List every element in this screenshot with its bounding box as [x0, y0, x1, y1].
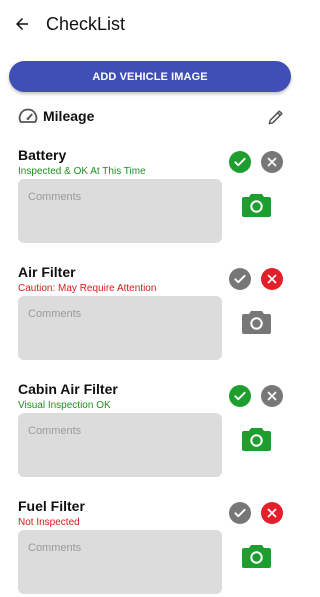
item-status: Visual Inspection OK: [18, 400, 111, 411]
checklist-item: Fuel Filter Not Inspected: [0, 498, 300, 597]
mileage-label: Mileage: [43, 108, 95, 124]
comments-field[interactable]: [18, 296, 222, 360]
add-vehicle-image-button[interactable]: ADD VEHICLE IMAGE: [9, 61, 291, 92]
camera-icon[interactable]: [242, 192, 271, 217]
item-status: Inspected & OK At This Time: [18, 166, 146, 177]
item-name: Battery: [18, 147, 67, 163]
close-icon[interactable]: [261, 151, 283, 173]
check-icon[interactable]: [229, 502, 251, 524]
close-icon[interactable]: [261, 502, 283, 524]
comments-field[interactable]: [18, 179, 222, 243]
checklist-item: Cabin Air Filter Visual Inspection OK: [0, 381, 300, 491]
check-icon[interactable]: [229, 151, 251, 173]
comments-field[interactable]: [18, 413, 222, 477]
close-icon[interactable]: [261, 385, 283, 407]
mileage-row: Mileage: [18, 106, 286, 128]
check-icon[interactable]: [229, 385, 251, 407]
camera-icon[interactable]: [242, 309, 271, 334]
checklist-item: Battery Inspected & OK At This Time: [0, 147, 300, 257]
item-name: Cabin Air Filter: [18, 381, 118, 397]
item-name: Fuel Filter: [18, 498, 85, 514]
close-icon[interactable]: [261, 268, 283, 290]
app-bar: CheckList: [0, 0, 300, 52]
item-status: Caution: May Require Attention: [18, 283, 157, 294]
speedometer-icon: [18, 107, 38, 127]
back-arrow-icon[interactable]: [10, 12, 34, 36]
checklist-item: Air Filter Caution: May Require Attention: [0, 264, 300, 374]
comments-field[interactable]: [18, 530, 222, 594]
edit-pencil-icon[interactable]: [266, 107, 286, 127]
item-name: Air Filter: [18, 264, 76, 280]
camera-icon[interactable]: [242, 426, 271, 451]
page-title: CheckList: [46, 14, 126, 34]
camera-icon[interactable]: [242, 543, 271, 568]
check-icon[interactable]: [229, 268, 251, 290]
item-status: Not Inspected: [18, 517, 80, 528]
